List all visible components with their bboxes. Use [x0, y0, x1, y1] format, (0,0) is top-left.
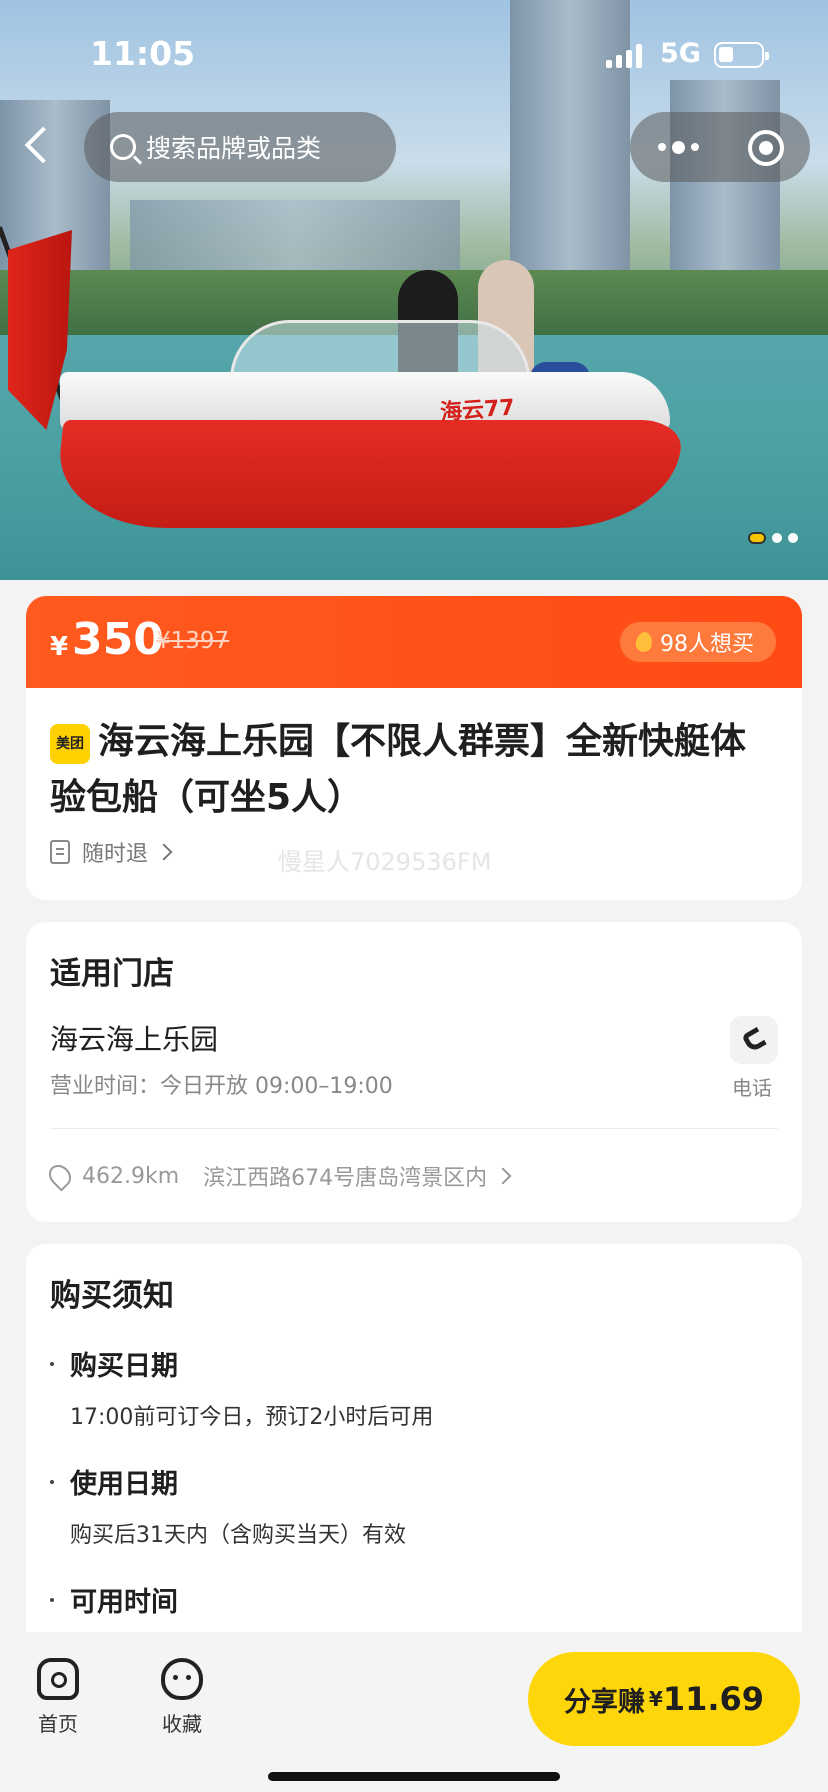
product-card: ¥ 350 ¥1397 98人想买 美团 海云海上乐园【不限人群票】全新快艇体验包…	[26, 596, 802, 900]
notice-item: 可用时间	[50, 1580, 178, 1619]
status-time: 11:05	[90, 34, 196, 73]
more-icon[interactable]	[658, 137, 718, 157]
boat-name: 海云77	[439, 395, 516, 426]
tab-favorite[interactable]: 收藏	[142, 1658, 222, 1737]
location-pin-icon	[44, 1160, 76, 1192]
search-placeholder: 搜索品牌或品类	[146, 134, 322, 163]
tab-home[interactable]: 首页	[18, 1658, 98, 1737]
mini-program-capsule	[630, 112, 810, 182]
chevron-right-icon	[494, 1167, 512, 1185]
boat-hull	[52, 420, 684, 528]
product-title: 海云海上乐园【不限人群票】全新快艇体验包船（可坐5人）	[50, 721, 747, 818]
refund-label: 随时退	[82, 842, 149, 867]
refund-policy-link[interactable]: 随时退	[50, 836, 173, 868]
favorite-icon	[161, 1658, 203, 1700]
status-bar: 11:05 5G	[0, 0, 828, 100]
home-icon	[37, 1658, 79, 1700]
phone-icon	[741, 1026, 767, 1054]
close-icon[interactable]	[748, 130, 784, 166]
store-card: 适用门店 海云海上乐园 营业时间：今日开放 09:00–19:00 电话 462…	[26, 922, 802, 1222]
bullet	[50, 1362, 54, 1366]
document-icon	[50, 840, 70, 864]
phone-button[interactable]	[730, 1016, 778, 1064]
network-type: 5G	[660, 38, 701, 69]
signal-icon	[606, 44, 642, 68]
want-to-buy-badge: 98人想买	[620, 622, 776, 662]
price-currency: ¥	[50, 632, 69, 662]
bottom-action-bar: 首页 收藏 分享赚 ¥ 11.69	[0, 1632, 828, 1792]
image-pager[interactable]	[748, 532, 798, 544]
bullet	[50, 1480, 54, 1484]
building	[130, 200, 460, 280]
search-icon	[110, 134, 136, 160]
want-to-buy-count: 98人想买	[660, 632, 754, 657]
notice-item-head: 可用时间	[70, 1587, 178, 1618]
store-name[interactable]: 海云海上乐园	[50, 1018, 218, 1058]
back-button[interactable]	[22, 128, 58, 164]
share-earn-button[interactable]: 分享赚 ¥ 11.69	[528, 1652, 800, 1746]
tab-favorite-label: 收藏	[162, 1712, 202, 1736]
phone-label[interactable]: 电话	[732, 1072, 772, 1101]
price-band: ¥ 350 ¥1397 98人想买	[26, 596, 802, 688]
meituan-logo: 美团	[50, 724, 90, 764]
watermark: 慢星人7029536FM	[278, 848, 492, 876]
chevron-right-icon	[155, 843, 173, 861]
notice-item-head: 购买日期	[70, 1351, 178, 1382]
search-input[interactable]: 搜索品牌或品类	[84, 112, 396, 182]
home-indicator[interactable]	[268, 1772, 560, 1781]
notice-item-head: 使用日期	[70, 1469, 178, 1500]
battery-icon	[714, 42, 769, 68]
bullet	[50, 1598, 54, 1602]
store-section-title: 适用门店	[50, 956, 174, 992]
pager-dot	[788, 533, 798, 543]
tab-home-label: 首页	[38, 1712, 78, 1736]
fire-icon	[634, 630, 654, 654]
share-amount: 11.69	[662, 1680, 765, 1718]
notice-item: 购买日期 17:00前可订今日，预订2小时后可用	[50, 1344, 433, 1431]
store-address: 滨江西路674号唐岛湾景区内	[203, 1166, 488, 1191]
address-link[interactable]: 462.9km 滨江西路674号唐岛湾景区内	[44, 1160, 512, 1192]
notice-item-body: 17:00前可订今日，预订2小时后可用	[70, 1405, 434, 1430]
share-label: 分享赚	[563, 1686, 645, 1718]
original-price: ¥1397	[156, 628, 230, 654]
purchase-notice-card: 购买须知 购买日期 17:00前可订今日，预订2小时后可用 使用日期 购买后31…	[26, 1244, 802, 1644]
current-price: 350	[72, 614, 164, 665]
notice-section-title: 购买须知	[50, 1278, 174, 1314]
share-currency: ¥	[648, 1687, 663, 1711]
pager-dot	[772, 533, 782, 543]
store-hours: 营业时间：今日开放 09:00–19:00	[50, 1074, 393, 1099]
product-title-row: 美团 海云海上乐园【不限人群票】全新快艇体验包船（可坐5人）	[26, 688, 802, 826]
notice-item: 使用日期 购买后31天内（含购买当天）有效	[50, 1462, 406, 1549]
store-distance: 462.9km	[82, 1163, 180, 1189]
divider	[50, 1128, 778, 1129]
pager-dot-active	[748, 532, 766, 544]
notice-item-body: 购买后31天内（含购买当天）有效	[70, 1523, 406, 1548]
